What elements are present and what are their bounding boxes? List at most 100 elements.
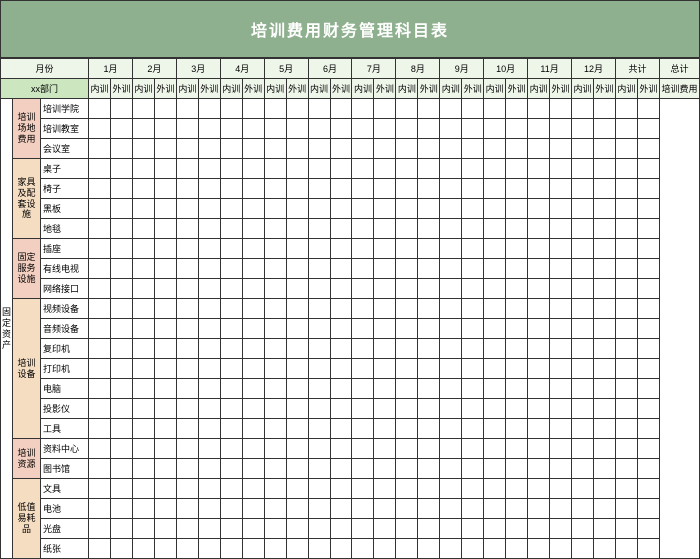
data-cell[interactable]: [615, 399, 637, 419]
data-cell[interactable]: [352, 179, 374, 199]
data-cell[interactable]: [176, 259, 198, 279]
data-cell[interactable]: [264, 159, 286, 179]
data-cell[interactable]: [593, 279, 615, 299]
data-cell[interactable]: [396, 239, 418, 259]
data-cell[interactable]: [593, 199, 615, 219]
data-cell[interactable]: [154, 459, 176, 479]
data-cell[interactable]: [550, 359, 572, 379]
data-cell[interactable]: [462, 499, 484, 519]
data-cell[interactable]: [593, 319, 615, 339]
data-cell[interactable]: [264, 99, 286, 119]
data-cell[interactable]: [440, 259, 462, 279]
data-cell[interactable]: [550, 159, 572, 179]
data-cell[interactable]: [506, 119, 528, 139]
data-cell[interactable]: [440, 339, 462, 359]
data-cell[interactable]: [286, 219, 308, 239]
data-cell[interactable]: [154, 259, 176, 279]
data-cell[interactable]: [396, 99, 418, 119]
data-cell[interactable]: [528, 119, 550, 139]
data-cell[interactable]: [286, 199, 308, 219]
data-cell[interactable]: [308, 319, 330, 339]
data-cell[interactable]: [528, 539, 550, 559]
data-cell[interactable]: [374, 439, 396, 459]
data-cell[interactable]: [550, 239, 572, 259]
data-cell[interactable]: [220, 99, 242, 119]
data-cell[interactable]: [484, 519, 506, 539]
data-cell[interactable]: [572, 339, 594, 359]
data-cell[interactable]: [352, 299, 374, 319]
data-cell[interactable]: [572, 519, 594, 539]
data-cell[interactable]: [418, 499, 440, 519]
data-cell[interactable]: [286, 479, 308, 499]
data-cell[interactable]: [132, 279, 154, 299]
data-cell[interactable]: [132, 519, 154, 539]
data-cell[interactable]: [506, 519, 528, 539]
data-cell[interactable]: [506, 499, 528, 519]
data-cell[interactable]: [572, 259, 594, 279]
data-cell[interactable]: [286, 539, 308, 559]
data-cell[interactable]: [528, 179, 550, 199]
data-cell[interactable]: [198, 99, 220, 119]
data-cell[interactable]: [550, 299, 572, 319]
data-cell[interactable]: [396, 519, 418, 539]
data-cell[interactable]: [550, 99, 572, 119]
data-cell[interactable]: [374, 299, 396, 319]
data-cell[interactable]: [593, 259, 615, 279]
data-cell[interactable]: [132, 339, 154, 359]
data-cell[interactable]: [198, 199, 220, 219]
data-cell[interactable]: [89, 499, 111, 519]
data-cell[interactable]: [637, 259, 659, 279]
data-cell[interactable]: [308, 99, 330, 119]
data-cell[interactable]: [330, 139, 352, 159]
data-cell[interactable]: [352, 159, 374, 179]
data-cell[interactable]: [110, 439, 132, 459]
data-cell[interactable]: [615, 439, 637, 459]
data-cell[interactable]: [550, 419, 572, 439]
data-cell[interactable]: [89, 279, 111, 299]
data-cell[interactable]: [440, 179, 462, 199]
data-cell[interactable]: [418, 479, 440, 499]
data-cell[interactable]: [154, 199, 176, 219]
data-cell[interactable]: [308, 479, 330, 499]
data-cell[interactable]: [242, 119, 264, 139]
data-cell[interactable]: [330, 99, 352, 119]
data-cell[interactable]: [110, 359, 132, 379]
data-cell[interactable]: [484, 499, 506, 519]
data-cell[interactable]: [593, 379, 615, 399]
data-cell[interactable]: [462, 199, 484, 219]
data-cell[interactable]: [506, 399, 528, 419]
data-cell[interactable]: [220, 259, 242, 279]
data-cell[interactable]: [308, 499, 330, 519]
data-cell[interactable]: [462, 139, 484, 159]
data-cell[interactable]: [89, 519, 111, 539]
data-cell[interactable]: [242, 479, 264, 499]
data-cell[interactable]: [528, 199, 550, 219]
data-cell[interactable]: [484, 199, 506, 219]
data-cell[interactable]: [506, 359, 528, 379]
data-cell[interactable]: [89, 419, 111, 439]
data-cell[interactable]: [572, 199, 594, 219]
data-cell[interactable]: [308, 139, 330, 159]
data-cell[interactable]: [352, 279, 374, 299]
data-cell[interactable]: [198, 219, 220, 239]
data-cell[interactable]: [484, 419, 506, 439]
data-cell[interactable]: [352, 539, 374, 559]
data-cell[interactable]: [242, 539, 264, 559]
data-cell[interactable]: [242, 139, 264, 159]
data-cell[interactable]: [572, 99, 594, 119]
data-cell[interactable]: [572, 399, 594, 419]
data-cell[interactable]: [440, 239, 462, 259]
data-cell[interactable]: [418, 399, 440, 419]
data-cell[interactable]: [132, 219, 154, 239]
data-cell[interactable]: [528, 99, 550, 119]
data-cell[interactable]: [615, 119, 637, 139]
data-cell[interactable]: [352, 239, 374, 259]
data-cell[interactable]: [176, 319, 198, 339]
data-cell[interactable]: [528, 319, 550, 339]
data-cell[interactable]: [550, 459, 572, 479]
data-cell[interactable]: [615, 419, 637, 439]
data-cell[interactable]: [242, 499, 264, 519]
data-cell[interactable]: [176, 359, 198, 379]
data-cell[interactable]: [506, 159, 528, 179]
data-cell[interactable]: [506, 339, 528, 359]
